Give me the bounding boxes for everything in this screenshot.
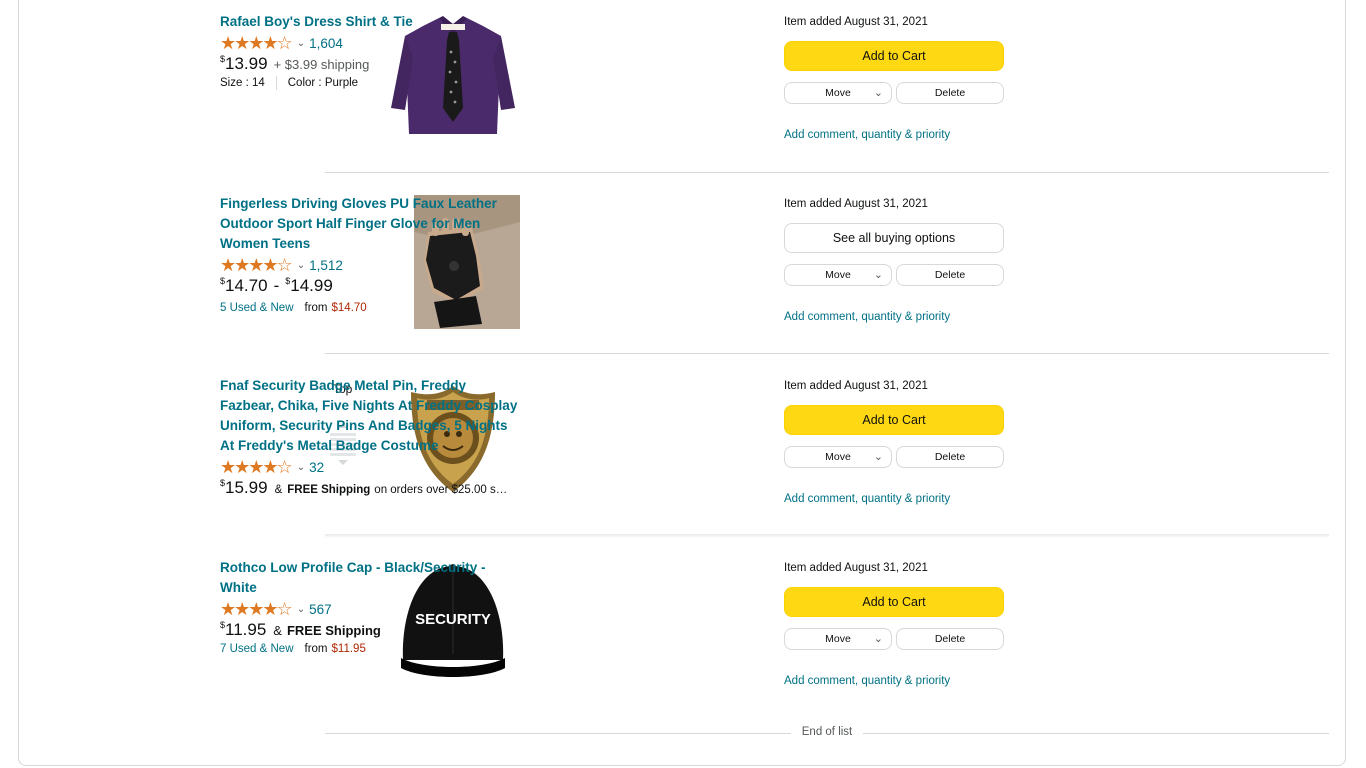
- variation-info: Size : 14 Color : Purple: [220, 74, 358, 92]
- product-title[interactable]: Fnaf Security Badge Metal Pin, Freddy Fa…: [220, 376, 520, 456]
- divider: [325, 353, 1329, 354]
- delete-button[interactable]: Delete: [896, 82, 1004, 104]
- rating[interactable]: ★★★★☆ ⌄ 1,604: [220, 33, 343, 53]
- chevron-down-icon: ⌄: [873, 451, 883, 463]
- date-added: Item added August 31, 2021: [784, 198, 928, 210]
- product-title[interactable]: Rafael Boy's Dress Shirt & Tie: [220, 12, 520, 32]
- shipping-cost: + $3.99 shipping: [273, 57, 370, 72]
- rating-count[interactable]: 1,512: [309, 258, 343, 273]
- rating[interactable]: ★★★★☆ ⌄ 32: [220, 457, 324, 477]
- chevron-down-icon: ⌄: [873, 633, 883, 645]
- price: $ 15.99 & FREE Shipping on orders over $…: [220, 478, 508, 497]
- add-to-cart-button[interactable]: Add to Cart: [784, 405, 1004, 435]
- used-new-link[interactable]: 5 Used & New: [220, 302, 294, 314]
- chevron-down-icon: ⌄: [873, 87, 883, 99]
- end-of-list-label: End of list: [801, 726, 853, 738]
- date-added: Item added August 31, 2021: [784, 380, 928, 392]
- price: $ 11.95 & FREE Shipping: [220, 620, 381, 639]
- add-comment-link[interactable]: Add comment, quantity & priority: [784, 129, 950, 141]
- wishlist-card: [18, 0, 1346, 766]
- date-added: Item added August 31, 2021: [784, 16, 928, 28]
- end-of-list: End of list: [325, 724, 1329, 744]
- move-button[interactable]: Move ⌄: [784, 446, 892, 468]
- rating-count[interactable]: 32: [309, 460, 324, 475]
- divider: [325, 534, 1329, 538]
- chevron-down-icon: ⌄: [296, 259, 306, 271]
- add-comment-link[interactable]: Add comment, quantity & priority: [784, 311, 950, 323]
- add-to-cart-button[interactable]: Add to Cart: [784, 41, 1004, 71]
- add-to-cart-button[interactable]: Add to Cart: [784, 587, 1004, 617]
- price: $ 13.99 + $3.99 shipping: [220, 54, 370, 73]
- price-low: 14.70: [225, 276, 268, 295]
- offers-info: 7 Used & New from $11.95: [220, 640, 366, 658]
- color-label: Color : Purple: [287, 77, 359, 89]
- from-price: $11.95: [331, 643, 366, 655]
- date-added: Item added August 31, 2021: [784, 562, 928, 574]
- chevron-down-icon: ⌄: [296, 461, 306, 473]
- price-value: 15.99: [225, 478, 268, 497]
- move-button[interactable]: Move ⌄: [784, 264, 892, 286]
- price-high: 14.99: [290, 276, 333, 295]
- price-value: 11.95: [225, 620, 267, 639]
- product-title[interactable]: Fingerless Driving Gloves PU Faux Leathe…: [220, 194, 520, 254]
- cap-print-text: SECURITY: [415, 611, 491, 628]
- star-rating-icon: ★★★★☆: [220, 456, 293, 477]
- offers-info: 5 Used & New from $14.70: [220, 299, 367, 317]
- size-label: Size : 14: [220, 77, 265, 89]
- add-comment-link[interactable]: Add comment, quantity & priority: [784, 493, 950, 505]
- see-all-buying-options-button[interactable]: See all buying options: [784, 223, 1004, 253]
- delete-button[interactable]: Delete: [896, 446, 1004, 468]
- from-label: from: [304, 643, 328, 655]
- chevron-down-icon: ⌄: [873, 269, 883, 281]
- delete-button[interactable]: Delete: [896, 628, 1004, 650]
- price-value: 13.99: [225, 54, 268, 73]
- free-shipping-label: FREE Shipping: [287, 484, 371, 496]
- rating[interactable]: ★★★★☆ ⌄ 567: [220, 599, 332, 619]
- rating-count[interactable]: 567: [309, 602, 332, 617]
- used-new-link[interactable]: 7 Used & New: [220, 643, 294, 655]
- move-button[interactable]: Move ⌄: [784, 628, 892, 650]
- add-comment-link[interactable]: Add comment, quantity & priority: [784, 675, 950, 687]
- star-rating-icon: ★★★★☆: [220, 254, 293, 275]
- divider: [325, 172, 1329, 173]
- price-range: $ 14.70 - $ 14.99: [220, 276, 333, 295]
- star-rating-icon: ★★★★☆: [220, 598, 293, 619]
- chevron-down-icon: ⌄: [296, 603, 306, 615]
- free-shipping-label: FREE Shipping: [286, 623, 381, 638]
- chevron-down-icon: ⌄: [296, 37, 306, 49]
- move-button[interactable]: Move ⌄: [784, 82, 892, 104]
- shipping-note: on orders over $25.00 s…: [374, 484, 508, 496]
- product-title[interactable]: Rothco Low Profile Cap - Black/Security …: [220, 558, 520, 598]
- star-rating-icon: ★★★★☆: [220, 32, 293, 53]
- delete-button[interactable]: Delete: [896, 264, 1004, 286]
- from-label: from: [304, 302, 328, 314]
- rating[interactable]: ★★★★☆ ⌄ 1,512: [220, 255, 343, 275]
- from-price: $14.70: [331, 302, 367, 314]
- product-image-shirt[interactable]: [383, 12, 523, 152]
- divider: [275, 76, 277, 90]
- rating-count[interactable]: 1,604: [309, 36, 343, 51]
